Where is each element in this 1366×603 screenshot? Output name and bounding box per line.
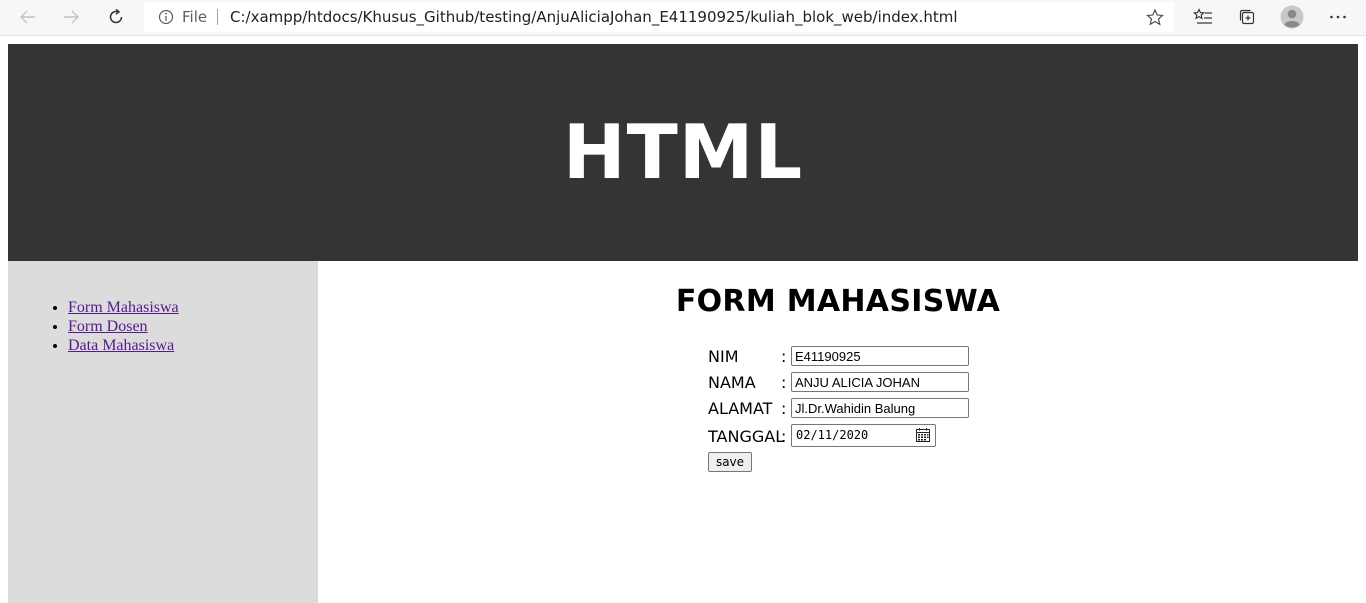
- main-content: FORM MAHASISWA NIM : NAMA : ALAMAT : TAN…: [318, 261, 1358, 603]
- header-title: HTML: [562, 107, 804, 196]
- nama-input[interactable]: [791, 372, 969, 392]
- more-button[interactable]: [1323, 3, 1353, 31]
- refresh-icon: [109, 8, 123, 24]
- nama-label: NAMA: [708, 373, 756, 392]
- form-title: FORM MAHASISWA: [675, 284, 1001, 319]
- sidebar-item: Data Mahasiswa: [68, 336, 179, 355]
- sidebar-item: Form Dosen: [68, 317, 179, 336]
- favorites-list-icon: [1193, 8, 1212, 24]
- star-icon[interactable]: [1146, 9, 1164, 26]
- back-button[interactable]: [13, 3, 43, 31]
- info-icon[interactable]: [158, 9, 174, 25]
- tanggal-label: TANGGAL: [708, 427, 785, 446]
- more-dots-icon: [1330, 15, 1346, 19]
- sidebar-item: Form Mahasiswa: [68, 298, 179, 317]
- form-colon: :: [781, 373, 787, 392]
- page-header: HTML: [8, 44, 1358, 261]
- form-colon: :: [781, 427, 787, 446]
- sidebar-link-form-dosen[interactable]: Form Dosen: [68, 318, 148, 335]
- alamat-input[interactable]: [791, 398, 969, 418]
- scheme-label: File: [182, 8, 208, 26]
- form-colon: :: [781, 347, 787, 366]
- forward-button[interactable]: [56, 3, 86, 31]
- refresh-button[interactable]: [101, 3, 131, 31]
- nim-label: NIM: [708, 347, 739, 366]
- browser-toolbar: File C:/xampp/htdocs/Khusus_Github/testi…: [0, 0, 1366, 36]
- collections-icon: [1239, 9, 1255, 25]
- profile-avatar-icon: [1280, 5, 1304, 29]
- sidebar: Form Mahasiswa Form Dosen Data Mahasiswa: [8, 261, 318, 603]
- sidebar-link-form-mahasiswa[interactable]: Form Mahasiswa: [68, 299, 179, 316]
- address-bar[interactable]: File C:/xampp/htdocs/Khusus_Github/testi…: [144, 2, 1174, 32]
- collections-button[interactable]: [1232, 3, 1262, 31]
- back-arrow-icon: [20, 10, 35, 24]
- nim-input[interactable]: [791, 346, 969, 366]
- sidebar-link-data-mahasiswa[interactable]: Data Mahasiswa: [68, 337, 174, 354]
- scheme-divider: [217, 9, 218, 25]
- tanggal-date-input[interactable]: 02/11/2020: [791, 424, 936, 447]
- save-button[interactable]: save: [708, 452, 752, 472]
- url-text[interactable]: C:/xampp/htdocs/Khusus_Github/testing/An…: [230, 8, 958, 26]
- forward-arrow-icon: [64, 10, 79, 24]
- calendar-icon[interactable]: [915, 427, 931, 443]
- favorites-button[interactable]: [1188, 3, 1218, 31]
- profile-button[interactable]: [1277, 3, 1307, 31]
- sidebar-nav-list: Form Mahasiswa Form Dosen Data Mahasiswa: [52, 298, 179, 355]
- tanggal-value: 02/11/2020: [796, 428, 869, 442]
- form-colon: :: [781, 399, 787, 418]
- alamat-label: ALAMAT: [708, 399, 773, 418]
